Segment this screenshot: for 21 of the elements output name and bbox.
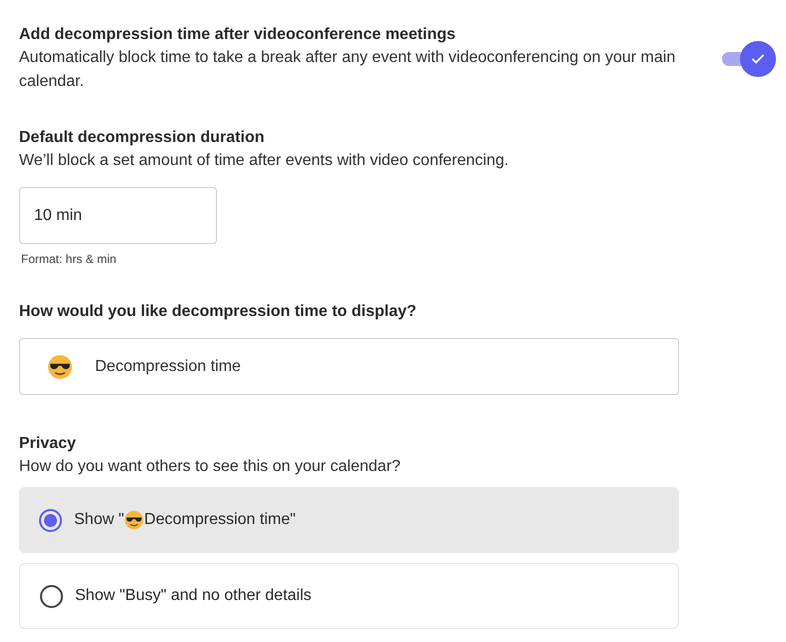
toggle-switch[interactable] [722,41,776,77]
section-title: Privacy [19,434,76,454]
sunglasses-face-icon [124,510,144,530]
field-value: Decompression time [95,356,241,376]
format-hint: Format: hrs & min [21,251,116,268]
option-label: Show "Busy" and no other details [75,586,312,606]
radio-button[interactable] [40,584,63,608]
radio-button[interactable] [39,508,62,532]
section-title: Add decompression time after videoconference meetings [19,25,457,45]
section-title: How would you like decompression time to display? [19,302,416,322]
section-description: How do you want others to see this on your calendar? [19,457,401,477]
privacy-option[interactable]: Show " Decompression time" [19,487,679,553]
display-name-field[interactable]: Decompression time [19,338,679,395]
duration-field[interactable]: 10 min [19,187,217,244]
section-description: We’ll block a set amount of time after events with video conferencing. [19,151,509,171]
sunglasses-face-icon [47,354,73,380]
option-label: Show " [74,510,124,530]
section-title: Default decompression duration [19,128,264,148]
option-label: Decompression time" [144,510,296,530]
section-description: Automatically block time to take a break after any event with videoconferencing on your main calendar. [19,48,676,92]
privacy-option[interactable]: Show "Busy" and no other details [19,563,679,629]
